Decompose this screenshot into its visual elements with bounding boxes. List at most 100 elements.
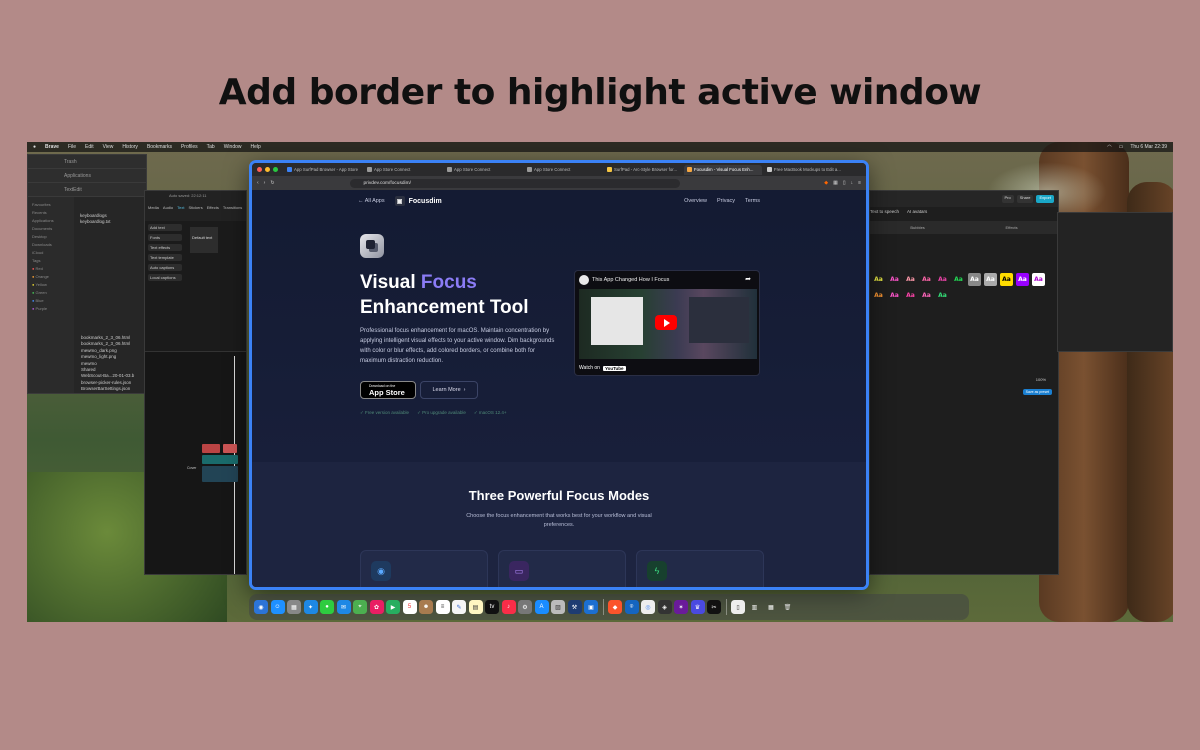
site-brand[interactable]: ▣ Focusdim bbox=[394, 196, 442, 206]
document-icon[interactable]: ▯ bbox=[731, 600, 745, 614]
xcode-icon[interactable]: ⚒ bbox=[567, 600, 582, 614]
music-icon[interactable]: ♪ bbox=[501, 600, 516, 614]
reminders-icon[interactable]: ≡ bbox=[435, 600, 450, 614]
layers-app-icon[interactable]: ◈ bbox=[657, 600, 672, 614]
safari-icon[interactable]: ✦ bbox=[303, 600, 318, 614]
export-button[interactable]: Export bbox=[1036, 195, 1054, 203]
preview-icon[interactable]: ▨ bbox=[551, 600, 565, 614]
app-store-button[interactable]: Download on the App Store bbox=[360, 381, 416, 399]
facetime-icon[interactable]: ▶ bbox=[386, 600, 400, 614]
trash-icon[interactable]: 🗑 bbox=[781, 600, 795, 614]
freeform-icon[interactable]: ✎ bbox=[452, 600, 466, 614]
photos-icon[interactable]: ✿ bbox=[369, 600, 384, 614]
menu-item-bookmarks[interactable]: Bookmarks bbox=[147, 144, 172, 150]
channel-avatar[interactable] bbox=[579, 275, 589, 285]
background-window[interactable] bbox=[1057, 212, 1173, 352]
play-icon[interactable] bbox=[655, 315, 677, 330]
style-swatch[interactable]: Aa bbox=[968, 273, 981, 286]
mail-icon[interactable]: ✉ bbox=[336, 600, 351, 614]
tool-text[interactable]: Text bbox=[177, 205, 184, 221]
settings-icon[interactable]: ⚙ bbox=[518, 600, 532, 614]
browser-tab[interactable]: App Store Connect bbox=[444, 165, 522, 175]
url-input[interactable]: privdev.com/focusdim/ bbox=[349, 178, 680, 188]
sidebar-item[interactable]: Applications bbox=[32, 217, 70, 225]
tag-item[interactable]: ● Purple bbox=[32, 305, 70, 313]
tv-icon[interactable]: tv bbox=[485, 600, 499, 614]
nav-privacy[interactable]: Privacy bbox=[717, 198, 735, 204]
tab-bubbles[interactable]: Bubbles bbox=[910, 225, 924, 230]
tool-audio[interactable]: Audio bbox=[163, 205, 173, 221]
text-style-editor-window[interactable]: Pro Share Export Text to speech AI avata… bbox=[869, 190, 1059, 575]
crown-app-icon[interactable]: ♛ bbox=[690, 600, 705, 614]
style-swatch[interactable]: Aa bbox=[888, 289, 901, 302]
youtube-embed[interactable]: This App Changed How I Focus ➦ Watch on Y… bbox=[574, 270, 760, 376]
downloads-stack-icon[interactable]: ▥ bbox=[748, 600, 762, 614]
menu-item-view[interactable]: View bbox=[103, 144, 114, 150]
battery-icon[interactable]: ▭ bbox=[1119, 144, 1124, 150]
file-item[interactable]: BrowserBarSettings.json bbox=[81, 386, 134, 392]
brave-shield-icon[interactable]: ◆ bbox=[824, 180, 828, 186]
wifi-icon[interactable]: ◠ bbox=[1107, 144, 1111, 150]
sidebar-item[interactable]: Desktop bbox=[32, 233, 70, 241]
browser-tab-active[interactable]: Focusdim - Visual Focus Enh... bbox=[684, 164, 762, 175]
finder-icon[interactable]: ☺ bbox=[270, 600, 285, 614]
back-to-apps-link[interactable]: ← All Apps bbox=[358, 198, 385, 204]
tag-item[interactable]: ● Green bbox=[32, 289, 70, 297]
style-swatch[interactable]: Aa bbox=[872, 273, 885, 286]
video-title[interactable]: This App Changed How I Focus bbox=[592, 277, 669, 283]
browser-tab[interactable]: App Store Connect bbox=[524, 165, 602, 175]
save-preset-button[interactable]: Save as preset bbox=[1022, 389, 1052, 395]
style-swatch[interactable]: Aa bbox=[888, 273, 901, 286]
text-clip[interactable] bbox=[223, 444, 237, 453]
style-swatch[interactable]: Aa bbox=[1000, 273, 1013, 286]
text-menu-item[interactable]: Auto captions bbox=[148, 264, 182, 271]
style-swatch[interactable]: Aa bbox=[904, 289, 917, 302]
active-browser-window[interactable]: App SurfPad Browser - App Store App Stor… bbox=[249, 160, 869, 590]
tool-transitions[interactable]: Transitions bbox=[223, 205, 242, 221]
style-swatch[interactable]: Aa bbox=[904, 273, 917, 286]
brave-icon[interactable]: ◆ bbox=[608, 600, 622, 614]
tag-item[interactable]: ● Orange bbox=[32, 273, 70, 281]
menu-icon[interactable]: ≡ bbox=[858, 180, 861, 186]
style-swatch[interactable]: Aa bbox=[1032, 273, 1045, 286]
watch-on-youtube[interactable]: Watch on YouTube bbox=[579, 365, 626, 371]
tag-item[interactable]: ● Red bbox=[32, 265, 70, 273]
pro-button[interactable]: Pro bbox=[1001, 195, 1014, 203]
launchpad-icon[interactable]: ▦ bbox=[287, 600, 301, 614]
nav-terms[interactable]: Terms bbox=[745, 198, 760, 204]
tool-stickers[interactable]: Stickers bbox=[188, 205, 202, 221]
share-button[interactable]: Share bbox=[1016, 195, 1034, 203]
style-swatch[interactable]: Aa bbox=[1016, 273, 1029, 286]
browser-tab[interactable]: App SurfPad Browser - App Store bbox=[284, 165, 362, 175]
file-item[interactable]: keyboardlog.txt bbox=[80, 219, 111, 225]
timeline[interactable]: Cover bbox=[145, 351, 246, 574]
chrome-icon[interactable]: ◎ bbox=[641, 600, 655, 614]
maps-icon[interactable]: ⌖ bbox=[353, 600, 367, 614]
minimize-icon[interactable] bbox=[265, 167, 270, 172]
menu-item-tab[interactable]: Tab bbox=[207, 144, 215, 150]
focus-app-icon[interactable]: ◉ bbox=[254, 600, 268, 614]
style-swatch[interactable]: Aa bbox=[952, 273, 965, 286]
menu-item-help[interactable]: Help bbox=[251, 144, 261, 150]
messages-icon[interactable]: ● bbox=[320, 600, 334, 614]
menu-item-edit[interactable]: Edit bbox=[85, 144, 94, 150]
sidebar-item[interactable]: Downloads bbox=[32, 241, 70, 249]
notes-icon[interactable]: ▤ bbox=[468, 600, 483, 614]
back-icon[interactable]: ‹ bbox=[257, 180, 259, 186]
share-icon[interactable]: ➦ bbox=[745, 275, 751, 283]
extensions-icon[interactable]: ▦ bbox=[833, 180, 838, 186]
reload-icon[interactable]: ↻ bbox=[270, 180, 274, 186]
ai-avatars-tab[interactable]: AI avatars bbox=[907, 209, 927, 214]
capcut-icon[interactable]: ✂ bbox=[707, 600, 721, 614]
tag-item[interactable]: ● Blue bbox=[32, 297, 70, 305]
text-menu-item[interactable]: Text template bbox=[148, 254, 182, 261]
mode-card[interactable]: ϟ bbox=[636, 550, 764, 587]
style-swatch[interactable]: Aa bbox=[920, 273, 933, 286]
simulator-icon[interactable]: ▣ bbox=[584, 600, 598, 614]
browser-tab[interactable]: App Store Connect bbox=[364, 165, 442, 175]
clock[interactable]: Thu 6 Mar 22:39 bbox=[1130, 144, 1167, 150]
forward-icon[interactable]: › bbox=[264, 180, 266, 186]
menu-app-name[interactable]: Brave bbox=[45, 144, 59, 150]
text-menu-item[interactable]: Text effects bbox=[148, 244, 182, 251]
contacts-icon[interactable]: ☻ bbox=[419, 600, 433, 614]
